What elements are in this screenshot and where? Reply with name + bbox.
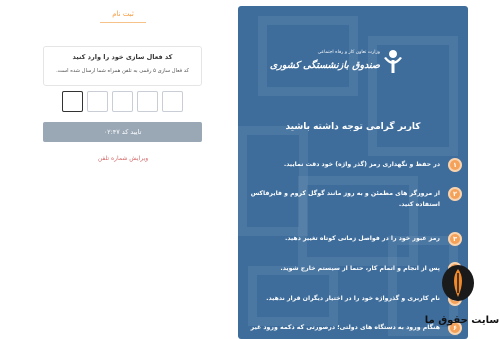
code-digit-5[interactable] <box>62 91 83 112</box>
tip-item: ۴ پس از انجام و اتمام کار، حتما از سیستم… <box>242 262 462 278</box>
info-title: کد فعال سازی خود را وارد کنید <box>72 53 173 61</box>
tip-text: رمز عبور خود را در فواصل زمانی کوتاه تغی… <box>284 235 440 242</box>
code-digit-3[interactable] <box>112 91 133 112</box>
code-input-row <box>62 91 183 113</box>
logo-fund-text: صندوق بازنشستگی کشوری <box>269 60 380 71</box>
confirm-code-button[interactable]: تایید کد ۰۲:۴۷ <box>43 122 202 142</box>
tab-underline <box>100 22 146 23</box>
edit-phone-link[interactable]: ویرایش شماره تلفن <box>80 155 166 162</box>
code-digit-1[interactable] <box>162 91 183 112</box>
panel-heading: کاربر گرامی توجه داشته باشید <box>285 122 421 132</box>
tip-text: نام کاربری و گذرواژه خود را در اختیار دی… <box>266 295 440 302</box>
activation-info-box: کد فعال سازی خود را وارد کنید کد فعال سا… <box>43 46 202 86</box>
tip-number-badge: ۲ <box>448 187 462 201</box>
tip-text: هنگام ورود به دستگاه های دولتی؛ درصورتی … <box>250 324 440 331</box>
code-digit-4[interactable] <box>87 91 108 112</box>
tip-text: پس از انجام و اتمام کار، حتما از سیستم خ… <box>280 265 440 272</box>
code-digit-2[interactable] <box>137 91 158 112</box>
activation-form: ثبت نام کد فعال سازی خود را وارد کنید کد… <box>0 0 238 339</box>
tip-text: از مرورگر های مطمئن و به روز مانند گوگل … <box>250 190 440 208</box>
tip-item: ۱ در حفظ و نگهداری رمز (گذر واژه) خود دق… <box>242 158 462 174</box>
info-panel: وزارت تعاون کار و رفاه اجتماعی صندوق باز… <box>238 6 468 339</box>
tip-number-badge: ۱ <box>448 158 462 172</box>
tip-item: ۳ رمز عبور خود را در فواصل زمانی کوتاه ت… <box>242 232 462 248</box>
tab-register[interactable]: ثبت نام <box>78 10 168 18</box>
watermark-logo-icon <box>442 265 474 301</box>
organization-logo: وزارت تعاون کار و رفاه اجتماعی صندوق باز… <box>270 44 408 98</box>
tree-emblem-icon <box>384 50 402 73</box>
tip-item: ۲ از مرورگر های مطمئن و به روز مانند گوگ… <box>242 187 462 213</box>
tip-item: ۵ نام کاربری و گذرواژه خود را در اختیار … <box>242 292 462 308</box>
watermark-text: سایت حقوق ما <box>424 315 500 326</box>
logo-ministry-text: وزارت تعاون کار و رفاه اجتماعی <box>317 50 380 55</box>
info-description: کد فعال سازی ۵ رقمی به تلفن همراه شما ار… <box>56 68 189 74</box>
tip-text: در حفظ و نگهداری رمز (گذر واژه) خود دقت … <box>283 161 440 168</box>
tip-number-badge: ۳ <box>448 232 462 246</box>
